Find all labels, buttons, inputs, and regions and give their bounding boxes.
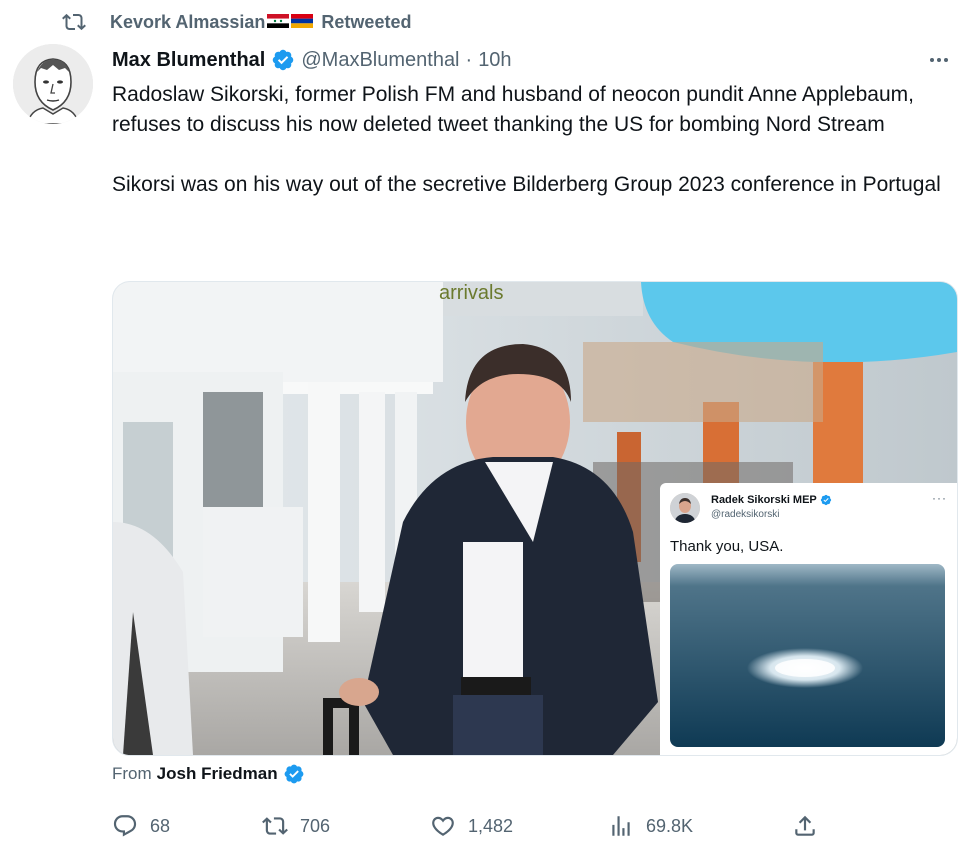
- views-button[interactable]: 69.8K: [608, 808, 693, 844]
- from-label: From: [112, 764, 152, 783]
- more-icon: [930, 58, 948, 62]
- tweet-header: Max Blumenthal @MaxBlumenthal · 10h: [112, 44, 512, 76]
- source-verified-icon: [284, 764, 303, 784]
- syria-flag-icon: [267, 14, 290, 28]
- inset-author: Radek Sikorski MEP: [711, 494, 832, 506]
- retweet-icon: [62, 13, 86, 31]
- tweet-paragraph-2: Sikorsi was on his way out of the secret…: [112, 173, 941, 196]
- verified-badge-icon: [273, 49, 294, 71]
- separator-dot: ·: [465, 48, 473, 71]
- reply-count: 68: [150, 815, 171, 836]
- inset-more-icon: ···: [932, 491, 947, 505]
- source-user[interactable]: Josh Friedman: [157, 764, 278, 784]
- share-icon: [795, 815, 815, 836]
- inset-avatar-image: [670, 493, 700, 523]
- reply-button[interactable]: 68: [112, 808, 170, 844]
- tweet-actions: 68 706 1,482 69.8K: [112, 808, 832, 844]
- author-handle[interactable]: @MaxBlumenthal: [301, 49, 459, 72]
- armenia-flag-icon: [291, 14, 314, 28]
- author-name[interactable]: Max Blumenthal: [112, 49, 265, 72]
- arrivals-sign: arrivals: [439, 282, 504, 304]
- retweet-button[interactable]: 706: [262, 808, 330, 844]
- more-options-button[interactable]: [925, 46, 953, 74]
- tweet-body: Radoslaw Sikorski, former Polish FM and …: [112, 80, 947, 200]
- retweet-icon: [262, 817, 288, 835]
- tweet-paragraph-1: Radoslaw Sikorski, former Polish FM and …: [112, 83, 914, 136]
- video-source: From Josh Friedman: [112, 763, 305, 785]
- avatar-sketch: [13, 44, 93, 124]
- video-media[interactable]: arrivals Radek Sikorski MEP @radeksikors…: [112, 281, 958, 756]
- retweeter-name[interactable]: Kevork Almassian: [110, 12, 265, 33]
- tweet-time[interactable]: 10h: [478, 49, 511, 72]
- nord-stream-sea-photo: [670, 564, 945, 747]
- author-avatar[interactable]: [13, 44, 93, 124]
- heart-icon: [432, 816, 454, 836]
- inset-verified-icon: [820, 494, 831, 506]
- reply-icon: [113, 815, 137, 837]
- embedded-tweet-screenshot: Radek Sikorski MEP @radeksikorski ··· Th…: [660, 483, 957, 755]
- share-button[interactable]: [792, 808, 818, 844]
- inset-avatar: [670, 493, 700, 523]
- views-count: 69.8K: [646, 815, 694, 836]
- retweet-count: 706: [300, 815, 331, 836]
- inset-handle: @radeksikorski: [711, 509, 780, 520]
- inset-author-name: Radek Sikorski MEP: [711, 494, 817, 506]
- like-count: 1,482: [468, 815, 514, 836]
- like-button[interactable]: 1,482: [430, 808, 513, 844]
- retweeted-label: Retweeted: [321, 11, 412, 32]
- inset-tweet-text: Thank you, USA.: [670, 538, 784, 555]
- sea-bubbles-image: [670, 564, 945, 747]
- retweet-context[interactable]: Kevork Almassian Retweeted: [62, 8, 411, 36]
- views-chart-icon: [612, 816, 630, 836]
